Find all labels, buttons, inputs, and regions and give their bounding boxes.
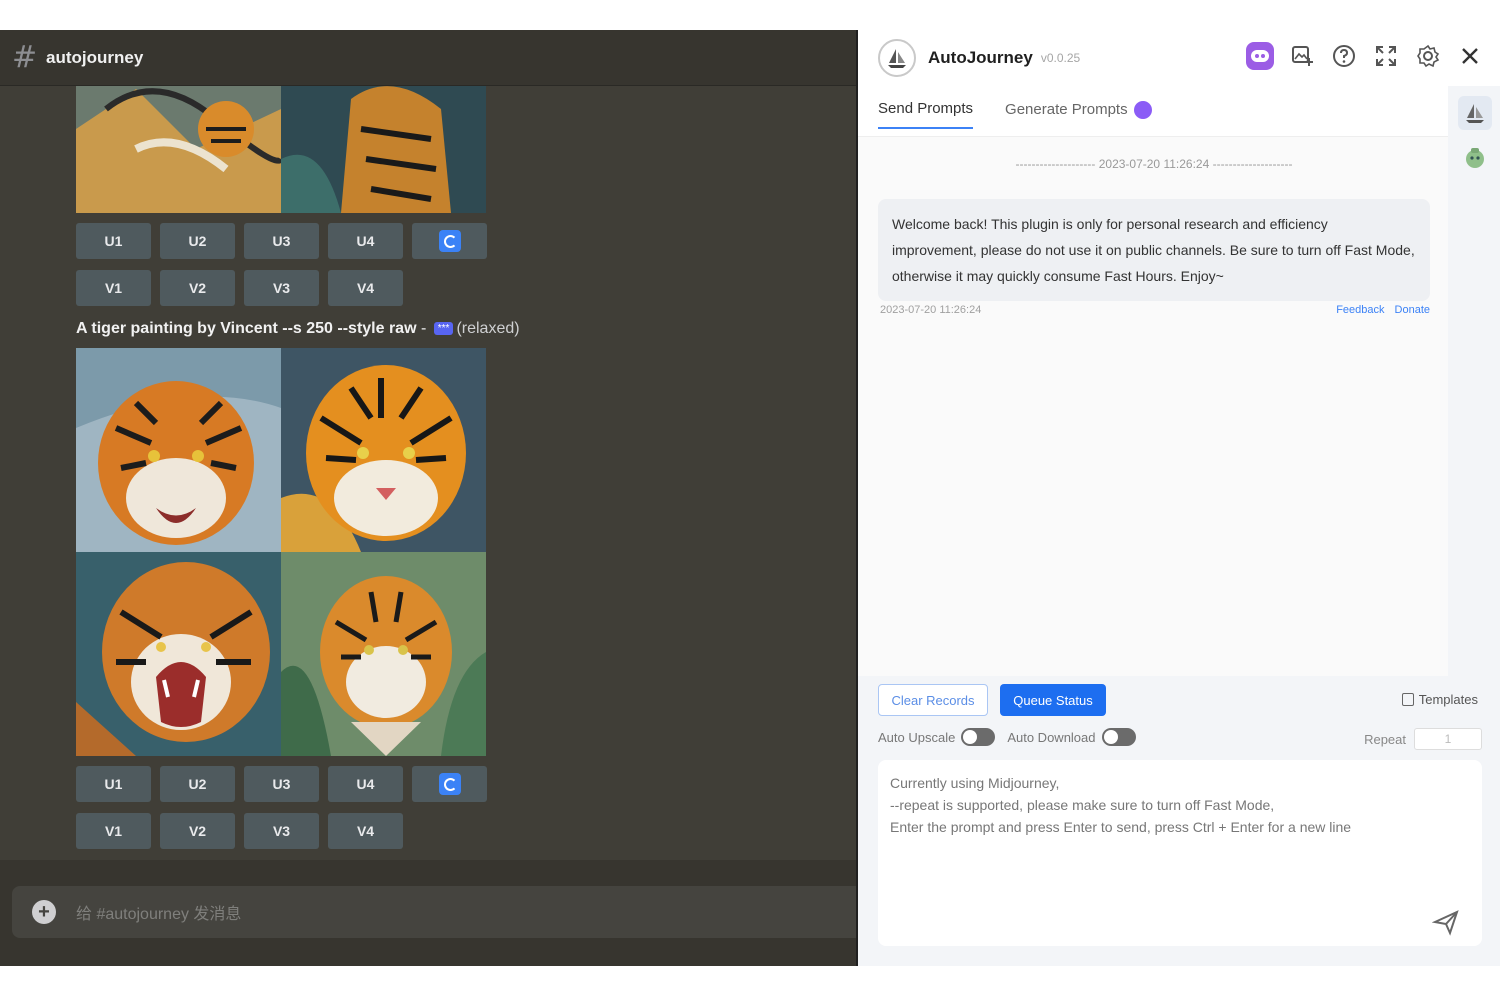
sailboat-logo-icon: [878, 39, 916, 77]
variation-4-button[interactable]: V4: [328, 813, 403, 849]
prompt-input[interactable]: Currently using Midjourney, --repeat is …: [878, 760, 1482, 946]
clear-records-button[interactable]: Clear Records: [878, 684, 988, 716]
settings-icon[interactable]: [1414, 42, 1442, 70]
templates-label: Templates: [1418, 692, 1478, 707]
variation-1-button[interactable]: V1: [76, 270, 151, 306]
reroll-button[interactable]: [412, 223, 487, 259]
header-toolbar: [1246, 42, 1484, 70]
image-tile-4[interactable]: [281, 86, 486, 213]
panel-header: AutoJourney v0.0.25: [858, 30, 1500, 86]
variation-3-button[interactable]: V3: [244, 270, 319, 306]
image-tile-4b[interactable]: [281, 552, 486, 756]
refresh-icon: [438, 230, 461, 252]
image-tile-1[interactable]: [76, 348, 281, 552]
variation-1-button[interactable]: V1: [76, 813, 151, 849]
midjourney-sailboat-icon[interactable]: [1458, 96, 1492, 130]
discord-channel-view: U1 U2 U3 U4 V1 V2 V3 V4 A tiger painting…: [0, 30, 856, 966]
date-separator: -------------------- 2023-07-20 11:26:24…: [1015, 157, 1293, 171]
repeat-label: Repeat: [1364, 731, 1406, 747]
prompt-placeholder-line-2: --repeat is supported, please make sure …: [890, 797, 1275, 813]
help-icon[interactable]: [1330, 42, 1358, 70]
prompt-controls: Clear Records Queue Status Templates Aut…: [858, 676, 1500, 966]
image-upload-icon[interactable]: [1288, 42, 1316, 70]
reroll-button[interactable]: [412, 766, 487, 802]
variation-3-button[interactable]: V3: [244, 813, 319, 849]
upscale-1-button[interactable]: U1: [76, 766, 151, 802]
composer-placeholder: 给 #autojourney 发消息: [76, 906, 242, 923]
image-grid[interactable]: [76, 348, 486, 756]
robot-icon[interactable]: [1458, 140, 1492, 174]
upscale-button-row-1: U1 U2 U3 U4: [76, 223, 487, 259]
auto-upscale-toggle[interactable]: [961, 728, 996, 746]
chat-log[interactable]: -------------------- 2023-07-20 11:26:24…: [858, 136, 1448, 676]
upscale-3-button[interactable]: U3: [244, 223, 319, 259]
variation-2-button[interactable]: V2: [160, 270, 235, 306]
channel-name: autojourney: [46, 47, 144, 67]
auto-upscale-label: Auto Upscale: [878, 729, 956, 745]
repeat-control: Repeat 1: [1364, 728, 1482, 750]
upscale-3-button[interactable]: U3: [244, 766, 319, 802]
image-tile-3[interactable]: [76, 86, 281, 213]
user-mention[interactable]: ***: [433, 322, 454, 335]
add-attachment-icon[interactable]: +: [32, 900, 56, 924]
job-status: (relaxed): [456, 320, 520, 337]
upscale-4-button[interactable]: U4: [328, 766, 403, 802]
prompt-message: A tiger painting by Vincent --s 250 --st…: [76, 320, 520, 338]
app-version: v0.0.25: [1040, 51, 1081, 65]
tab-label: Generate Prompts: [1005, 101, 1128, 118]
variation-4-button[interactable]: V4: [328, 270, 403, 306]
message-links: Feedback Donate: [1336, 304, 1430, 316]
upscale-button-row-2: U1 U2 U3 U4: [76, 766, 487, 802]
tab-label: Send Prompts: [878, 100, 974, 117]
image-tile-3b[interactable]: [76, 552, 281, 756]
upscale-1-button[interactable]: U1: [76, 223, 151, 259]
repeat-input[interactable]: 1: [1414, 728, 1482, 750]
prompt-placeholder-line-1: Currently using Midjourney,: [890, 775, 1060, 791]
welcome-message: Welcome back! This plugin is only for pe…: [878, 199, 1430, 301]
feedback-link[interactable]: Feedback: [1336, 304, 1384, 316]
templates-button[interactable]: Templates: [1401, 692, 1478, 707]
send-icon[interactable]: [1431, 908, 1460, 936]
tab-generate-prompts[interactable]: Generate Prompts: [1005, 100, 1152, 129]
app-title: AutoJourney: [928, 48, 1033, 67]
tab-send-prompts[interactable]: Send Prompts: [878, 100, 974, 129]
ai-badge-icon: [1133, 100, 1152, 119]
composer-area: + 给 #autojourney 发消息: [0, 860, 856, 966]
variation-button-row-1: V1 V2 V3 V4: [76, 270, 403, 306]
prompt-text: A tiger painting by Vincent --s 250 --st…: [76, 320, 417, 337]
donate-link[interactable]: Donate: [1395, 304, 1430, 316]
image-tile-2[interactable]: [281, 348, 486, 552]
prompt-placeholder-line-3: Enter the prompt and press Enter to send…: [890, 819, 1352, 835]
upscale-2-button[interactable]: U2: [160, 766, 235, 802]
autojourney-panel: AutoJourney v0.0.25 Send Prompts Generat…: [856, 30, 1500, 966]
variation-button-row-2: V1 V2 V3 V4: [76, 813, 403, 849]
previous-image-grid[interactable]: [76, 86, 486, 213]
close-icon[interactable]: [1456, 42, 1484, 70]
toggle-row: Auto Upscale Auto Download: [878, 728, 1148, 746]
prompt-separator: -: [416, 320, 431, 337]
panel-tabs: Send Prompts Generate Prompts: [878, 100, 1152, 129]
queue-status-button[interactable]: Queue Status: [1000, 684, 1106, 716]
message-composer[interactable]: + 给 #autojourney 发消息: [12, 886, 856, 938]
message-timestamp: 2023-07-20 11:26:24: [880, 304, 982, 316]
upscale-4-button[interactable]: U4: [328, 223, 403, 259]
discord-icon[interactable]: [1246, 42, 1274, 70]
template-icon: [1401, 693, 1414, 706]
refresh-icon: [438, 773, 461, 795]
right-rail: [1448, 86, 1500, 676]
expand-icon[interactable]: [1372, 42, 1400, 70]
variation-2-button[interactable]: V2: [160, 813, 235, 849]
upscale-2-button[interactable]: U2: [160, 223, 235, 259]
channel-hash-icon: #: [12, 40, 38, 75]
auto-download-toggle[interactable]: [1101, 728, 1136, 746]
channel-header: # autojourney: [0, 30, 856, 86]
auto-download-label: Auto Download: [1007, 729, 1096, 745]
